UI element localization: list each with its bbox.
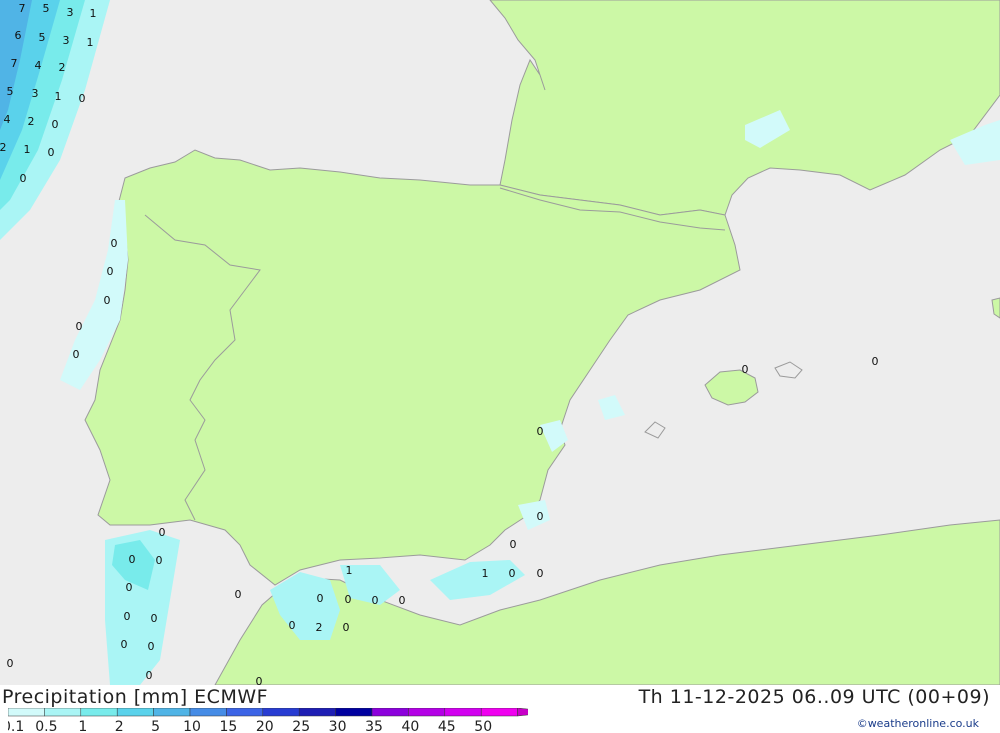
- precip-value-label: 0: [510, 538, 517, 551]
- precip-value-label: 0: [159, 526, 166, 539]
- legend-ticks: 0.10.5125101520253035404550: [8, 719, 492, 733]
- legend-swatch: [335, 708, 373, 717]
- precip-value-label: 0: [73, 348, 80, 361]
- legend-swatch: [226, 708, 264, 717]
- precip-value-label: 0: [742, 363, 749, 376]
- legend-swatch: [408, 708, 446, 717]
- legend-swatch: [44, 708, 82, 717]
- precip-value-label: 4: [4, 113, 11, 126]
- legend-tick-label: 0.5: [35, 719, 57, 733]
- forecast-datetime: Th 11-12-2025 06..09 UTC (00+09): [638, 686, 990, 708]
- precip-value-label: 0: [79, 92, 86, 105]
- credit-link[interactable]: ©weatheronline.co.uk: [857, 717, 979, 730]
- precip-value-label: 3: [67, 6, 74, 19]
- legend-swatch: [371, 708, 409, 717]
- precip-value-label: 0: [107, 265, 114, 278]
- precip-value-label: 3: [63, 34, 70, 47]
- precip-value-label: 0: [121, 638, 128, 651]
- legend-swatch: [262, 708, 300, 717]
- precip-value-label: 0: [129, 553, 136, 566]
- precip-value-label: 1: [87, 36, 94, 49]
- legend-tick-label: 10: [183, 719, 201, 733]
- precip-value-label: 0: [104, 294, 111, 307]
- precip-value-label: 0: [372, 594, 379, 607]
- precip-value-label: 0: [111, 237, 118, 250]
- legend-tick-label: 35: [365, 719, 383, 733]
- precip-value-label: 2: [0, 141, 7, 154]
- legend-tick-label: 0.1: [8, 719, 24, 733]
- precip-value-label: 0: [509, 567, 516, 580]
- map-footer: Precipitation [mm] ECMWF Th 11-12-2025 0…: [0, 685, 1000, 733]
- precip-value-label: 0: [343, 621, 350, 634]
- map-title: Precipitation [mm] ECMWF: [2, 686, 269, 708]
- precip-value-label: 0: [256, 675, 263, 685]
- legend-swatch: [116, 708, 154, 717]
- precip-value-label: 0: [872, 355, 879, 368]
- precip-value-label: 7: [11, 57, 18, 70]
- precipitation-legend: 0.10.5125101520253035404550: [8, 708, 528, 733]
- precip-value-label: 5: [39, 31, 46, 44]
- precip-value-label: 0: [126, 581, 133, 594]
- precip-value-label: 0: [317, 592, 324, 605]
- legend-tick-label: 5: [151, 719, 160, 733]
- precip-value-label: 0: [537, 510, 544, 523]
- precip-value-label: 1: [55, 90, 62, 103]
- precip-value-label: 5: [7, 85, 14, 98]
- precip-value-label: 0: [151, 612, 158, 625]
- precip-value-label: 2: [59, 61, 66, 74]
- precip-value-label: 4: [35, 59, 42, 72]
- legend-swatch: [298, 708, 336, 717]
- precip-value-label: 0: [7, 657, 14, 670]
- precip-value-label: 0: [76, 320, 83, 333]
- legend-tick-label: 25: [292, 719, 310, 733]
- legend-swatch: [444, 708, 482, 717]
- legend-tick-label: 30: [329, 719, 347, 733]
- precip-value-label: 0: [289, 619, 296, 632]
- legend-tick-label: 45: [438, 719, 456, 733]
- legend-swatch: [189, 708, 227, 717]
- legend-tick-label: 20: [256, 719, 274, 733]
- precip-value-label: 0: [345, 593, 352, 606]
- precip-value-label: 1: [24, 143, 31, 156]
- precip-value-label: 0: [148, 640, 155, 653]
- precip-value-label: 0: [52, 118, 59, 131]
- precip-value-label: 0: [146, 669, 153, 682]
- legend-swatch: [480, 708, 518, 717]
- legend-swatch: [8, 708, 45, 717]
- legend-tick-label: 15: [219, 719, 237, 733]
- precip-value-label: 7: [19, 2, 26, 15]
- precip-value-label: 0: [20, 172, 27, 185]
- legend-swatch: [80, 708, 118, 717]
- precip-value-label: 1: [346, 564, 353, 577]
- precip-value-label: 3: [32, 87, 39, 100]
- precip-value-label: 0: [399, 594, 406, 607]
- precipitation-map: 7 5 3 1 6 5 3 1 7 4 2 5 3 1 0 4 2 0 2 1 0 0 0 0 0 0 0 0 0 0 0 0 0 0 0 0 0 0 0 0…: [0, 0, 1000, 688]
- precip-value-label: 0: [124, 610, 131, 623]
- precip-value-label: 0: [156, 554, 163, 567]
- legend-swatches: [8, 708, 528, 717]
- precip-value-label: 0: [48, 146, 55, 159]
- precip-value-label: 2: [28, 115, 35, 128]
- legend-swatch: [153, 708, 191, 717]
- precip-value-label: 0: [537, 425, 544, 438]
- legend-tick-label: 40: [401, 719, 419, 733]
- legend-tick-label: 2: [115, 719, 124, 733]
- precip-value-label: 1: [482, 567, 489, 580]
- precip-value-label: 0: [235, 588, 242, 601]
- legend-tick-label: 50: [474, 719, 492, 733]
- legend-arrow: [517, 708, 528, 717]
- legend-tick-label: 1: [78, 719, 87, 733]
- precip-value-label: 6: [15, 29, 22, 42]
- precip-value-label: 5: [43, 2, 50, 15]
- precip-value-label: 1: [90, 7, 97, 20]
- precip-value-label: 0: [537, 567, 544, 580]
- precip-value-label: 2: [316, 621, 323, 634]
